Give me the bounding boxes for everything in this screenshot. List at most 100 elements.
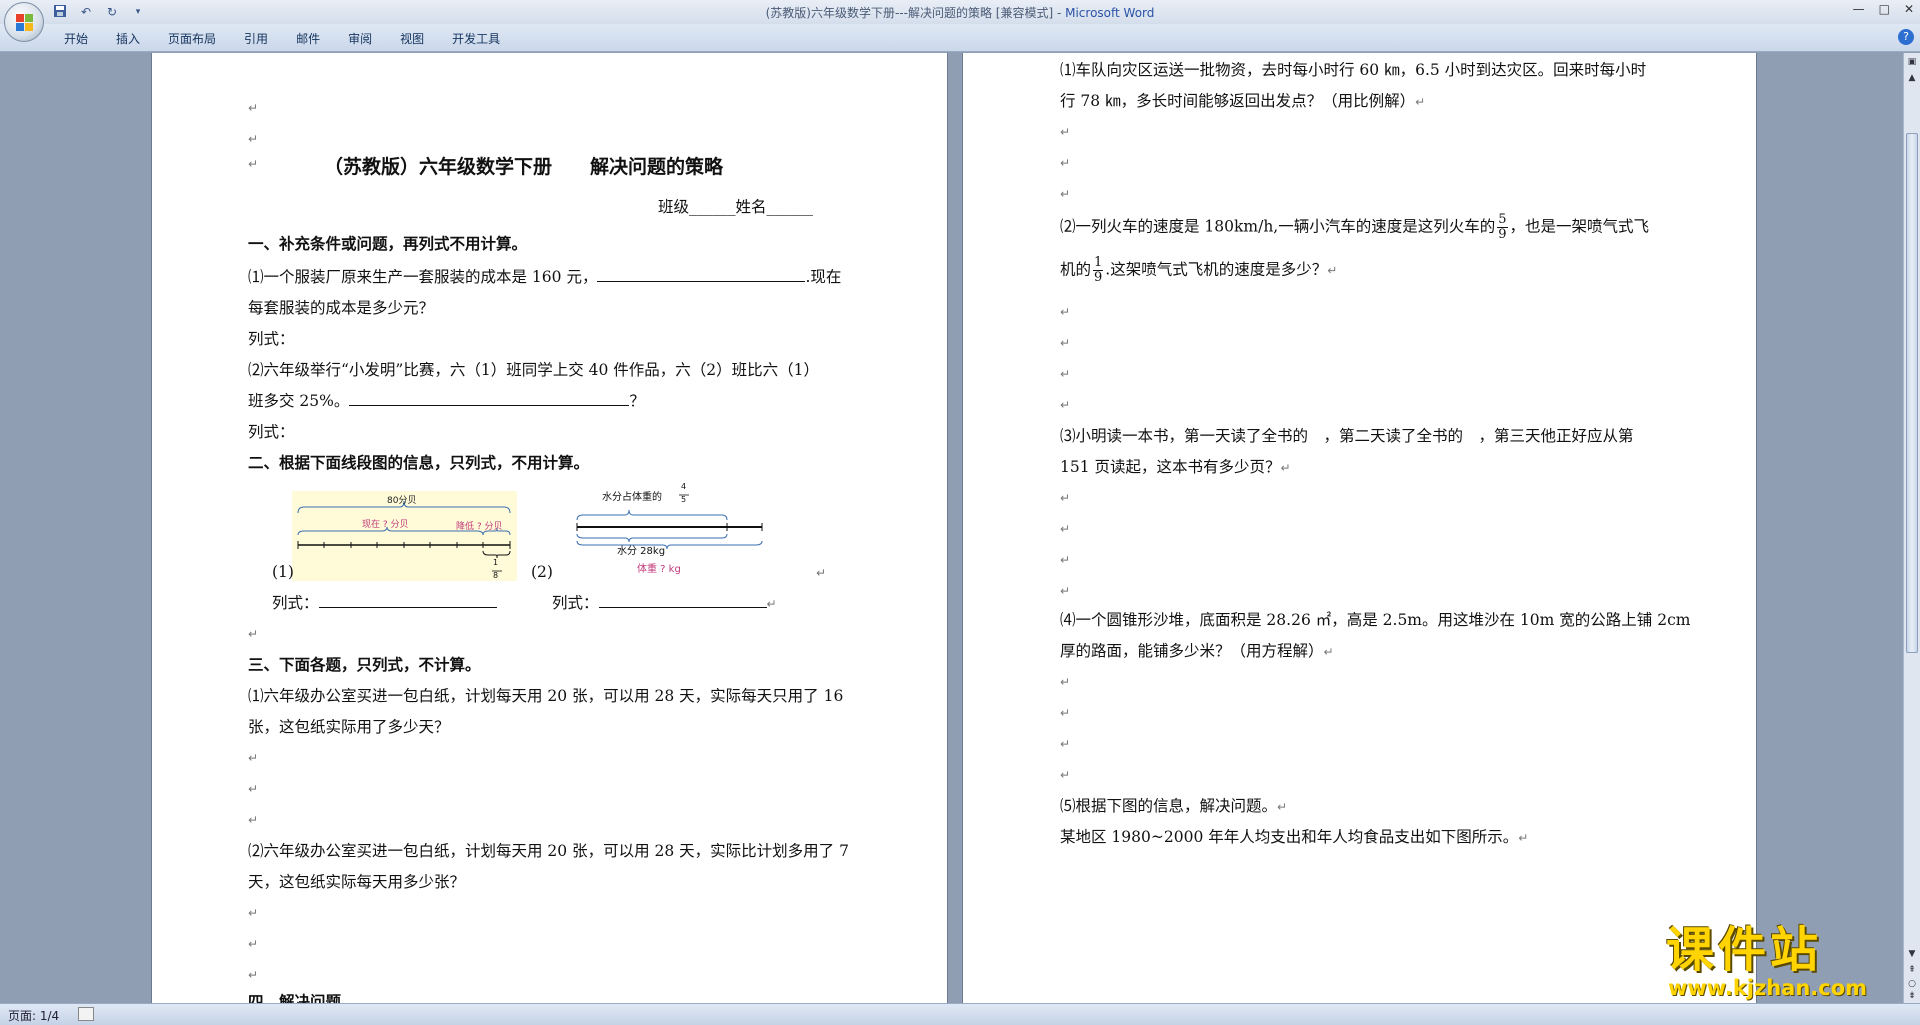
paragraph-mark: ↵ — [248, 751, 259, 765]
fig1-drop-label: 降低 ? 分贝 — [456, 522, 503, 532]
class-name-line: 班级______姓名______ — [658, 198, 814, 216]
window-title: (苏教版)六年级数学下册---解决问题的策略 [兼容模式] - Microsof… — [765, 6, 1155, 20]
fig2-water-label: 水分 28kg — [617, 546, 666, 557]
paragraph-mark: ↵ — [248, 906, 259, 920]
select-browse-object-icon[interactable]: ○ — [1907, 979, 1917, 989]
ribbon: 开始 插入 页面布局 引用 邮件 审阅 视图 开发工具 ? — [0, 24, 1920, 52]
fraction-1-9: 19 — [1093, 255, 1104, 285]
tab-insert[interactable]: 插入 — [102, 30, 154, 48]
fig1-frac-num: 1 — [493, 558, 499, 567]
maximize-icon[interactable]: □ — [1879, 2, 1890, 16]
help-icon[interactable]: ? — [1898, 29, 1914, 45]
question-1-1: ⑴一个服装厂原来生产一套服装的成本是 160 元， .现在 — [248, 268, 842, 286]
line-segment-diagram-2: 水分占体重的 4 5 水分 28kg 体重 ? kg — [567, 482, 767, 575]
paragraph-mark: ↵ — [1060, 522, 1071, 536]
previous-page-icon[interactable]: ⇞ — [1907, 965, 1917, 975]
paragraph-mark: ↵ — [1060, 491, 1071, 505]
section-heading-3: 三、下面各题，只列式，不计算。 — [248, 656, 481, 674]
question-3-1-cont: 张，这包纸实际用了多少天？ — [248, 718, 450, 736]
document-workspace: ↵ ↵ ↵ （苏教版）六年级数学下册 解决问题的策略 班级______姓名___… — [0, 53, 1920, 1003]
paragraph-mark: ↵ — [816, 566, 827, 580]
paragraph-mark: ↵ — [248, 937, 259, 951]
fig1-frac-den: 8 — [493, 571, 499, 580]
question-r4: ⑷一个圆锥形沙堆，底面积是 28.26 ㎡，高是 2.5m。用这堆沙在 10m … — [1060, 611, 1691, 629]
paragraph-mark: ↵ — [1060, 737, 1071, 751]
line-segment-diagram-1: 80分贝 现在 ? 分贝 降低 ? 分贝 1 8 — [292, 491, 517, 581]
fraction-5-9: 59 — [1497, 212, 1508, 242]
question-3-2-cont: 天，这包纸实际每天用多少张？ — [248, 873, 466, 891]
fig1-total-label: 80分贝 — [387, 496, 417, 506]
close-icon[interactable]: ✕ — [1904, 2, 1914, 16]
page-count-status[interactable]: 页面: 1/4 — [8, 1007, 59, 1024]
fig2-formula: 列式： ↵ — [552, 594, 777, 612]
question-r2-cont: 机的 1 9 .这架喷气式飞机的速度是多少？↵ — [1060, 255, 1338, 285]
paragraph-mark: ↵ — [248, 157, 259, 171]
watermark-url: www.kjzhan.com — [1668, 976, 1868, 1000]
paragraph-mark: ↵ — [1060, 584, 1071, 598]
paragraph-mark: ↵ — [248, 101, 259, 115]
question-r1-cont: 行 78 ㎞，多长时间能够返回出发点？（用比例解）↵ — [1060, 92, 1426, 110]
question-3-2: ⑵六年级办公室买进一包白纸，计划每天用 20 张，可以用 28 天，实际比计划多… — [248, 842, 849, 860]
tab-developer[interactable]: 开发工具 — [438, 30, 514, 48]
status-bar: 页面: 1/4 — [0, 1003, 1920, 1025]
tab-home[interactable]: 开始 — [50, 30, 102, 48]
question-3-1: ⑴六年级办公室买进一包白纸，计划每天用 20 张，可以用 28 天，实际每天只用… — [248, 687, 844, 705]
paragraph-mark: ↵ — [1060, 156, 1071, 170]
paragraph-mark: ↵ — [1060, 367, 1071, 381]
next-page-icon[interactable]: ⇟ — [1907, 991, 1917, 1001]
question-r4-cont: 厚的路面，能铺多少米？（用方程解）↵ — [1060, 642, 1334, 660]
scroll-up-icon[interactable]: ▲ — [1907, 73, 1917, 83]
ruler-toggle-icon[interactable]: ▣ — [1907, 57, 1917, 67]
fig2-water-ratio-label: 水分占体重的 — [602, 492, 662, 503]
tab-page-layout[interactable]: 页面布局 — [154, 30, 230, 48]
document-page-right[interactable]: ⑴车队向灾区运送一批物资，去时每小时行 60 ㎞，6.5 小时到达灾区。回来时每… — [963, 53, 1756, 1003]
tab-view[interactable]: 视图 — [386, 30, 438, 48]
vertical-scrollbar[interactable]: ▣ ▲ ▼ ⇞ ○ ⇟ — [1903, 53, 1920, 1003]
question-r2: ⑵一列火车的速度是 180km/h,一辆小汽车的速度是这列火车的 5 9 ，也是一架喷… — [1060, 212, 1650, 242]
paragraph-mark: ↵ — [1060, 305, 1071, 319]
fig2-frac-den: 5 — [681, 495, 687, 504]
question-r3-cont: 151 页读起，这本书有多少页？↵ — [1060, 458, 1291, 476]
paragraph-mark: ↵ — [1060, 675, 1071, 689]
fig2-label: (2) — [531, 563, 553, 581]
paragraph-mark: ↵ — [1060, 125, 1071, 139]
question-r1: ⑴车队向灾区运送一批物资，去时每小时行 60 ㎞，6.5 小时到达灾区。回来时每… — [1060, 61, 1647, 79]
paragraph-mark: ↵ — [1060, 336, 1071, 350]
tab-references[interactable]: 引用 — [230, 30, 282, 48]
office-logo-icon — [16, 14, 34, 32]
question-1-1-cont: 每套服装的成本是多少元？ — [248, 299, 435, 317]
question-r5-desc: 某地区 1980~2000 年年人均支出和年人均食品支出如下图所示。↵ — [1060, 828, 1529, 846]
formula-label: 列式： — [248, 330, 295, 348]
site-watermark: 课件站 www.kjzhan.com — [1666, 924, 1906, 1004]
document-page-left[interactable]: ↵ ↵ ↵ （苏教版）六年级数学下册 解决问题的策略 班级______姓名___… — [152, 53, 947, 1003]
fig2-frac-num: 4 — [681, 482, 687, 491]
section-heading-4: 四、解决问题 — [248, 993, 342, 1003]
watermark-logo-text: 课件站 — [1666, 922, 1823, 978]
formula-label: 列式： — [248, 423, 295, 441]
fig1-now-label: 现在 ? 分贝 — [362, 520, 409, 530]
paragraph-mark: ↵ — [248, 813, 259, 827]
document-title: （苏教版）六年级数学下册 解决问题的策略 — [324, 156, 724, 178]
proofing-icon[interactable] — [78, 1007, 94, 1021]
fig1-formula: 列式： — [272, 592, 497, 614]
paragraph-mark: ↵ — [248, 132, 259, 146]
paragraph-mark: ↵ — [1060, 553, 1071, 567]
question-r3: ⑶小明读一本书，第一天读了全书的 ，第二天读了全书的 ，第三天他正好应从第 — [1060, 427, 1634, 445]
paragraph-mark: ↵ — [1060, 706, 1071, 720]
paragraph-mark: ↵ — [248, 627, 259, 641]
question-1-2: ⑵六年级举行“小发明”比赛，六（1）班同学上交 40 件作品，六（2）班比六（1… — [248, 361, 820, 379]
office-button[interactable] — [4, 2, 44, 42]
tab-mailings[interactable]: 邮件 — [282, 30, 334, 48]
scroll-down-icon[interactable]: ▼ — [1907, 949, 1917, 959]
fig1-label: (1) — [272, 563, 294, 581]
tab-review[interactable]: 审阅 — [334, 30, 386, 48]
paragraph-mark: ↵ — [1060, 398, 1071, 412]
question-1-2-cont: 班多交 25%。？ — [248, 392, 645, 410]
scrollbar-thumb[interactable] — [1906, 133, 1918, 653]
paragraph-mark: ↵ — [1060, 768, 1071, 782]
minimize-icon[interactable]: — — [1853, 2, 1865, 16]
window-controls: — □ ✕ — [1853, 2, 1914, 16]
ribbon-tabs: 开始 插入 页面布局 引用 邮件 审阅 视图 开发工具 — [50, 30, 514, 48]
section-heading-2: 二、根据下面线段图的信息，只列式，不用计算。 — [248, 454, 590, 472]
title-bar: ↶ ↻ ▾ (苏教版)六年级数学下册---解决问题的策略 [兼容模式] - Mi… — [0, 0, 1920, 24]
